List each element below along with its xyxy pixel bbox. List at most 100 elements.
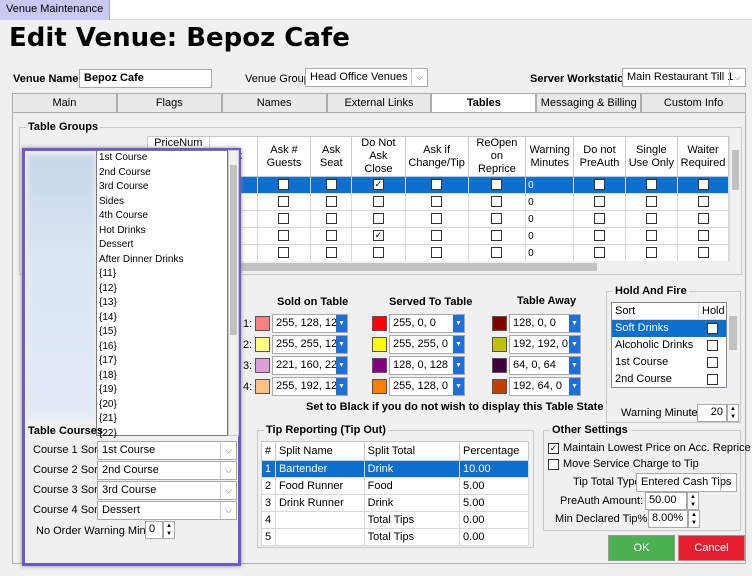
checkbox[interactable] [645, 213, 657, 225]
course-option[interactable]: {22} [97, 427, 227, 442]
move-service-charge-checkbox[interactable] [548, 459, 559, 470]
course-sort-select[interactable]: 1st Course ⌵ [97, 441, 237, 460]
course-option[interactable]: Hot Drinks [97, 224, 227, 239]
check-cell[interactable]: ✓ [351, 176, 406, 194]
check-cell[interactable] [256, 176, 312, 194]
away-color-swatch[interactable] [492, 337, 507, 352]
away-color-select[interactable]: 192, 64, 0 ▼ [509, 377, 581, 396]
warning-minutes-cell[interactable]: 0 [525, 227, 575, 245]
course-option[interactable]: {13} [97, 296, 227, 311]
course-option[interactable]: {18} [97, 369, 227, 384]
check-cell[interactable] [624, 210, 679, 228]
checkbox[interactable] [278, 247, 290, 259]
course-option[interactable]: Sides [97, 195, 227, 210]
course-dropdown-scroll[interactable] [228, 150, 239, 436]
check-cell[interactable] [624, 193, 679, 211]
checkbox[interactable] [431, 247, 443, 259]
hold-checkbox[interactable] [707, 339, 718, 351]
table-groups-vscroll[interactable] [729, 136, 741, 261]
checkbox[interactable]: ✓ [372, 179, 384, 191]
served-color-swatch[interactable] [372, 316, 387, 331]
hold-checkbox[interactable] [707, 373, 718, 385]
checkbox[interactable] [491, 196, 503, 208]
checkbox[interactable] [594, 213, 606, 225]
tip-n-cell[interactable]: 5 [261, 528, 276, 546]
table-row[interactable]: 1 Bartender Drink 10.00 [261, 460, 529, 478]
course-option[interactable]: {21} [97, 412, 227, 427]
tip-pct-cell[interactable]: 10.00 [459, 460, 529, 478]
served-color-select[interactable]: 255, 255, 0 ▼ [389, 335, 465, 354]
tip-name-cell[interactable] [274, 528, 365, 546]
venue-group-select[interactable]: Head Office Venues ⌵ [305, 68, 428, 87]
checkbox[interactable] [491, 213, 503, 225]
tip-pct-cell[interactable]: 0.00 [459, 511, 529, 529]
checkbox[interactable] [372, 196, 384, 208]
ok-button[interactable]: OK [608, 535, 675, 561]
checkbox[interactable] [325, 230, 337, 242]
hold-list-item[interactable]: 1st Course [612, 354, 726, 371]
tip-n-cell[interactable]: 1 [261, 460, 276, 478]
sold-color-swatch[interactable] [255, 337, 270, 352]
tip-pct-cell[interactable]: 5.00 [459, 477, 529, 495]
checkbox[interactable] [594, 196, 606, 208]
check-cell[interactable] [404, 210, 469, 228]
check-cell[interactable] [573, 244, 626, 261]
checkbox[interactable] [431, 230, 443, 242]
away-color-swatch[interactable] [492, 379, 507, 394]
course-sort-select[interactable]: 3rd Course ⌵ [97, 481, 237, 500]
checkbox[interactable] [645, 196, 657, 208]
tip-total-cell[interactable]: Drink [363, 494, 461, 512]
checkbox[interactable] [325, 196, 337, 208]
no-order-warning-input[interactable]: 0 [145, 521, 163, 539]
tip-total-cell[interactable]: Food [363, 477, 461, 495]
course-sort-select[interactable]: 2nd Course ⌵ [97, 461, 237, 480]
served-color-select[interactable]: 255, 128, 0 ▼ [389, 377, 465, 396]
check-cell[interactable] [256, 244, 312, 261]
check-cell[interactable] [467, 193, 527, 211]
checkbox[interactable] [491, 247, 503, 259]
hold-list-item[interactable]: 2nd Course [612, 371, 726, 388]
hold-fire-list[interactable]: Sort Hold Soft Drinks Alcoholic Drinks 1st… [611, 302, 727, 388]
check-cell[interactable] [624, 227, 679, 245]
course-option[interactable]: {19} [97, 383, 227, 398]
course-option[interactable]: {12} [97, 282, 227, 297]
course-option[interactable]: 2nd Course [97, 166, 227, 181]
checkbox[interactable] [697, 179, 709, 191]
course-option[interactable]: {14} [97, 311, 227, 326]
sold-color-select[interactable]: 255, 192, 128 ▼ [272, 377, 348, 396]
hold-warning-input[interactable]: 20 [697, 404, 727, 422]
check-cell[interactable] [256, 210, 312, 228]
checkbox[interactable] [645, 179, 657, 191]
checkbox[interactable] [431, 213, 443, 225]
check-cell[interactable] [310, 176, 353, 194]
check-cell[interactable] [310, 193, 353, 211]
tip-total-cell[interactable]: Total Tips [363, 511, 461, 529]
course-option[interactable]: Dessert [97, 238, 227, 253]
hold-warning-spinner[interactable]: ▲ ▼ [727, 404, 739, 422]
venue-name-input[interactable]: Bepoz Cafe [79, 69, 212, 88]
tip-total-cell[interactable]: Total Tips [363, 528, 461, 546]
table-row[interactable]: 5 Total Tips 0.00 [261, 528, 529, 546]
sold-color-select[interactable]: 255, 255, 128 ▼ [272, 335, 348, 354]
tab-external-links[interactable]: External Links [326, 93, 432, 113]
served-color-select[interactable]: 128, 0, 128 ▼ [389, 356, 465, 375]
no-order-warning-spinner[interactable]: ▲ ▼ [163, 521, 175, 539]
check-cell[interactable] [573, 176, 626, 194]
tip-n-cell[interactable]: 2 [261, 477, 276, 495]
checkbox[interactable] [594, 179, 606, 191]
check-cell[interactable] [467, 210, 527, 228]
tip-total-type-select[interactable]: Entered Cash Tips ⌵ [636, 473, 737, 492]
course-option[interactable]: {17} [97, 354, 227, 369]
checkbox[interactable] [594, 230, 606, 242]
check-cell[interactable] [404, 244, 469, 261]
tip-name-cell[interactable]: Drink Runner [274, 494, 365, 512]
away-color-select[interactable]: 128, 0, 0 ▼ [509, 314, 581, 333]
tab-names[interactable]: Names [221, 93, 327, 113]
warning-minutes-cell[interactable]: 0 [525, 176, 575, 194]
checkbox[interactable] [325, 213, 337, 225]
tip-name-cell[interactable]: Food Runner [274, 477, 365, 495]
checkbox[interactable]: ✓ [372, 230, 384, 242]
preauth-amount-input[interactable]: 50.00 [645, 492, 687, 510]
sold-color-select[interactable]: 221, 160, 221 ▼ [272, 356, 348, 375]
sold-color-swatch[interactable] [255, 358, 270, 373]
